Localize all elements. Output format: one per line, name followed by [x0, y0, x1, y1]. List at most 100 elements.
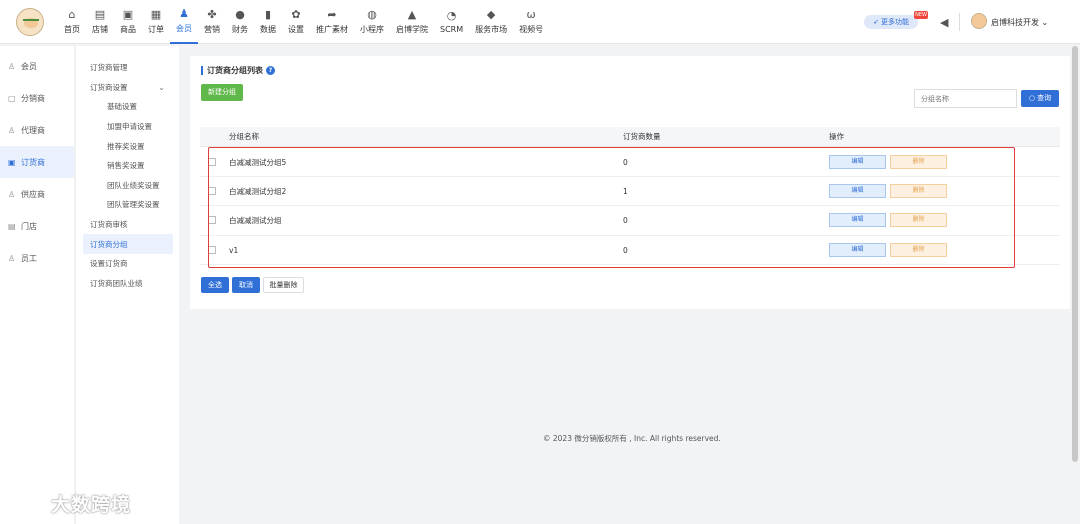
- subnav-item-4[interactable]: 推荐奖设置: [76, 136, 179, 156]
- batch-delete-button[interactable]: 批量删除: [263, 277, 304, 293]
- sidebar-item-label: 代理商: [21, 125, 45, 135]
- delete-button[interactable]: 删除: [890, 242, 947, 257]
- row-checkbox[interactable]: [208, 187, 216, 196]
- sidebar-item-6[interactable]: ♙ 员工: [0, 242, 74, 274]
- subnav-item-3[interactable]: 加盟申请设置: [76, 117, 179, 137]
- sidebar-item-1[interactable]: ▢ 分销商: [0, 82, 74, 114]
- scrollbar[interactable]: [1072, 46, 1078, 462]
- subnav-item-6[interactable]: 团队业绩奖设置: [76, 176, 179, 196]
- subnav-item-8[interactable]: 订货商审核: [76, 215, 179, 235]
- more-features-button[interactable]: ➶ 更多功能: [864, 15, 918, 29]
- data-icon: ▮: [264, 8, 272, 21]
- subnav-item-5[interactable]: 销售奖设置: [76, 156, 179, 176]
- nav-item-label: 订单: [148, 25, 164, 34]
- speaker-icon[interactable]: ◀: [940, 16, 948, 29]
- row-checkbox[interactable]: [208, 216, 216, 225]
- subnav-item-0[interactable]: 订货商管理: [76, 58, 179, 78]
- nav-item-5[interactable]: ✤ 营销: [198, 0, 226, 44]
- subnav-item-label: 基础设置: [107, 102, 137, 112]
- scrm-icon: ◔: [446, 9, 457, 22]
- delete-button[interactable]: 删除: [890, 155, 947, 169]
- nav-item-8[interactable]: ✿ 设置: [282, 0, 310, 44]
- search-button[interactable]: ○ 查询: [1021, 90, 1059, 107]
- subnav-item-1[interactable]: 订货商设置 ⌄: [76, 78, 179, 98]
- orderer-count-cell: 1: [623, 187, 628, 197]
- delete-button[interactable]: 删除: [890, 184, 947, 199]
- sidebar-item-5[interactable]: ▤ 门店: [0, 210, 74, 242]
- sidebar-item-4[interactable]: ♙ 供应商: [0, 178, 74, 210]
- group-name-search-input[interactable]: [914, 89, 1017, 108]
- nav-item-0[interactable]: ⌂ 首页: [58, 0, 86, 44]
- video-icon: ω: [526, 8, 536, 21]
- subnav-item-9[interactable]: 订货商分组: [83, 234, 173, 254]
- subnav-item-10[interactable]: 设置订货商: [76, 254, 179, 274]
- supplier-icon: ♙: [8, 189, 16, 199]
- rocket-icon: ➶: [872, 18, 882, 26]
- nav-item-9[interactable]: ➦ 推广素材: [310, 0, 354, 44]
- table-header: 分组名称 订货商数量 操作: [200, 127, 1060, 147]
- nav-item-label: 设置: [288, 25, 304, 34]
- home-icon: ⌂: [68, 8, 76, 21]
- sidebar-item-0[interactable]: ♙ 会员: [0, 50, 74, 82]
- nav-item-14[interactable]: ω 视频号: [513, 0, 549, 44]
- chevron-down-icon[interactable]: ⌄: [158, 83, 165, 92]
- nav-item-6[interactable]: ● 财务: [226, 0, 254, 44]
- orderer-count-cell: 0: [623, 158, 628, 167]
- help-icon[interactable]: ?: [266, 66, 275, 75]
- row-checkbox[interactable]: [208, 158, 216, 166]
- edit-button[interactable]: 编辑: [829, 155, 886, 169]
- user-menu[interactable]: 启博科技开发 ⌄: [991, 17, 1048, 28]
- nav-item-4[interactable]: ♟ 会员: [170, 0, 198, 44]
- nav-item-label: 服务市场: [475, 25, 508, 34]
- nav-item-label: SCRM: [440, 25, 464, 34]
- table-row: v1 0 编辑 删除: [200, 236, 1060, 265]
- nav-item-1[interactable]: ▤ 店铺: [86, 0, 114, 44]
- new-group-button[interactable]: 新建分组: [201, 84, 243, 101]
- nav-item-13[interactable]: ◆ 服务市场: [469, 0, 513, 44]
- divider: [959, 13, 960, 31]
- nav-item-12[interactable]: ◔ SCRM: [434, 0, 469, 44]
- subnav-item-label: 团队管理奖设置: [107, 200, 160, 210]
- nav-item-label: 店铺: [92, 25, 108, 34]
- nav-item-label: 营销: [204, 25, 220, 34]
- subnav-item-2[interactable]: 基础设置: [76, 97, 179, 117]
- page-title: 订货商分组列表?: [201, 66, 275, 75]
- column-header-actions: 操作: [829, 132, 844, 141]
- orderer-count-cell: 0: [623, 216, 628, 226]
- table-row: 白减减测试分组2 1 编辑 删除: [200, 177, 1060, 207]
- secondary-sidebar: 订货商管理 订货商设置 ⌄ 基础设置加盟申请设置 推荐奖设置 销售奖设置 团队业绩奖设置团队…: [75, 46, 179, 524]
- top-navbar: ⌂ 首页 ▤ 店铺 ▣ 商品 ▦ 订单 ♟ 会员 ✤ 营销 ● 财务 ▮ 数据 ✿ 设置 ➦ 推广素材 ◍ 小程序 ▲ 启博学…: [0, 0, 1080, 44]
- nav-item-2[interactable]: ▣ 商品: [114, 0, 142, 44]
- subnav-item-11[interactable]: 订货商团队业绩: [76, 274, 179, 294]
- watermark-logo: [8, 491, 48, 513]
- member-icon: ♙: [8, 61, 16, 71]
- chevron-down-icon: ⌄: [1041, 18, 1049, 27]
- edit-button[interactable]: 编辑: [829, 213, 886, 228]
- edit-button[interactable]: 编辑: [829, 184, 886, 199]
- order-icon: ▦: [150, 8, 162, 21]
- copyright-text: © 2023 微分销版权所有 , Inc. All rights reserve…: [543, 434, 721, 443]
- column-header-name: 分组名称: [229, 132, 259, 141]
- settings-icon: ✿: [291, 8, 301, 21]
- cancel-selection-button[interactable]: 取消: [232, 277, 260, 293]
- sidebar-item-label: 供应商: [21, 189, 45, 199]
- avatar[interactable]: [971, 13, 987, 29]
- academy-icon: ▲: [407, 8, 417, 21]
- nav-item-3[interactable]: ▦ 订单: [142, 0, 170, 44]
- sidebar-item-2[interactable]: ♙ 代理商: [0, 114, 74, 146]
- brand-logo[interactable]: [16, 8, 44, 36]
- nav-item-11[interactable]: ▲ 启博学院: [390, 0, 434, 44]
- nav-item-7[interactable]: ▮ 数据: [254, 0, 282, 44]
- sidebar-item-3[interactable]: ▣ 订货商: [0, 146, 74, 178]
- group-name-cell: 白减减测试分组: [229, 216, 282, 226]
- sidebar-item-label: 门店: [21, 221, 37, 231]
- select-all-button[interactable]: 全选: [201, 277, 229, 293]
- nav-item-10[interactable]: ◍ 小程序: [354, 0, 390, 44]
- distributor-icon: ▢: [8, 93, 16, 103]
- watermark: 大数跨境: [8, 489, 142, 517]
- edit-button[interactable]: 编辑: [829, 242, 886, 257]
- delete-button[interactable]: 删除: [890, 213, 947, 228]
- row-checkbox[interactable]: [208, 245, 216, 254]
- subnav-item-7[interactable]: 团队管理奖设置: [76, 195, 179, 215]
- staff-icon: ♙: [8, 253, 16, 263]
